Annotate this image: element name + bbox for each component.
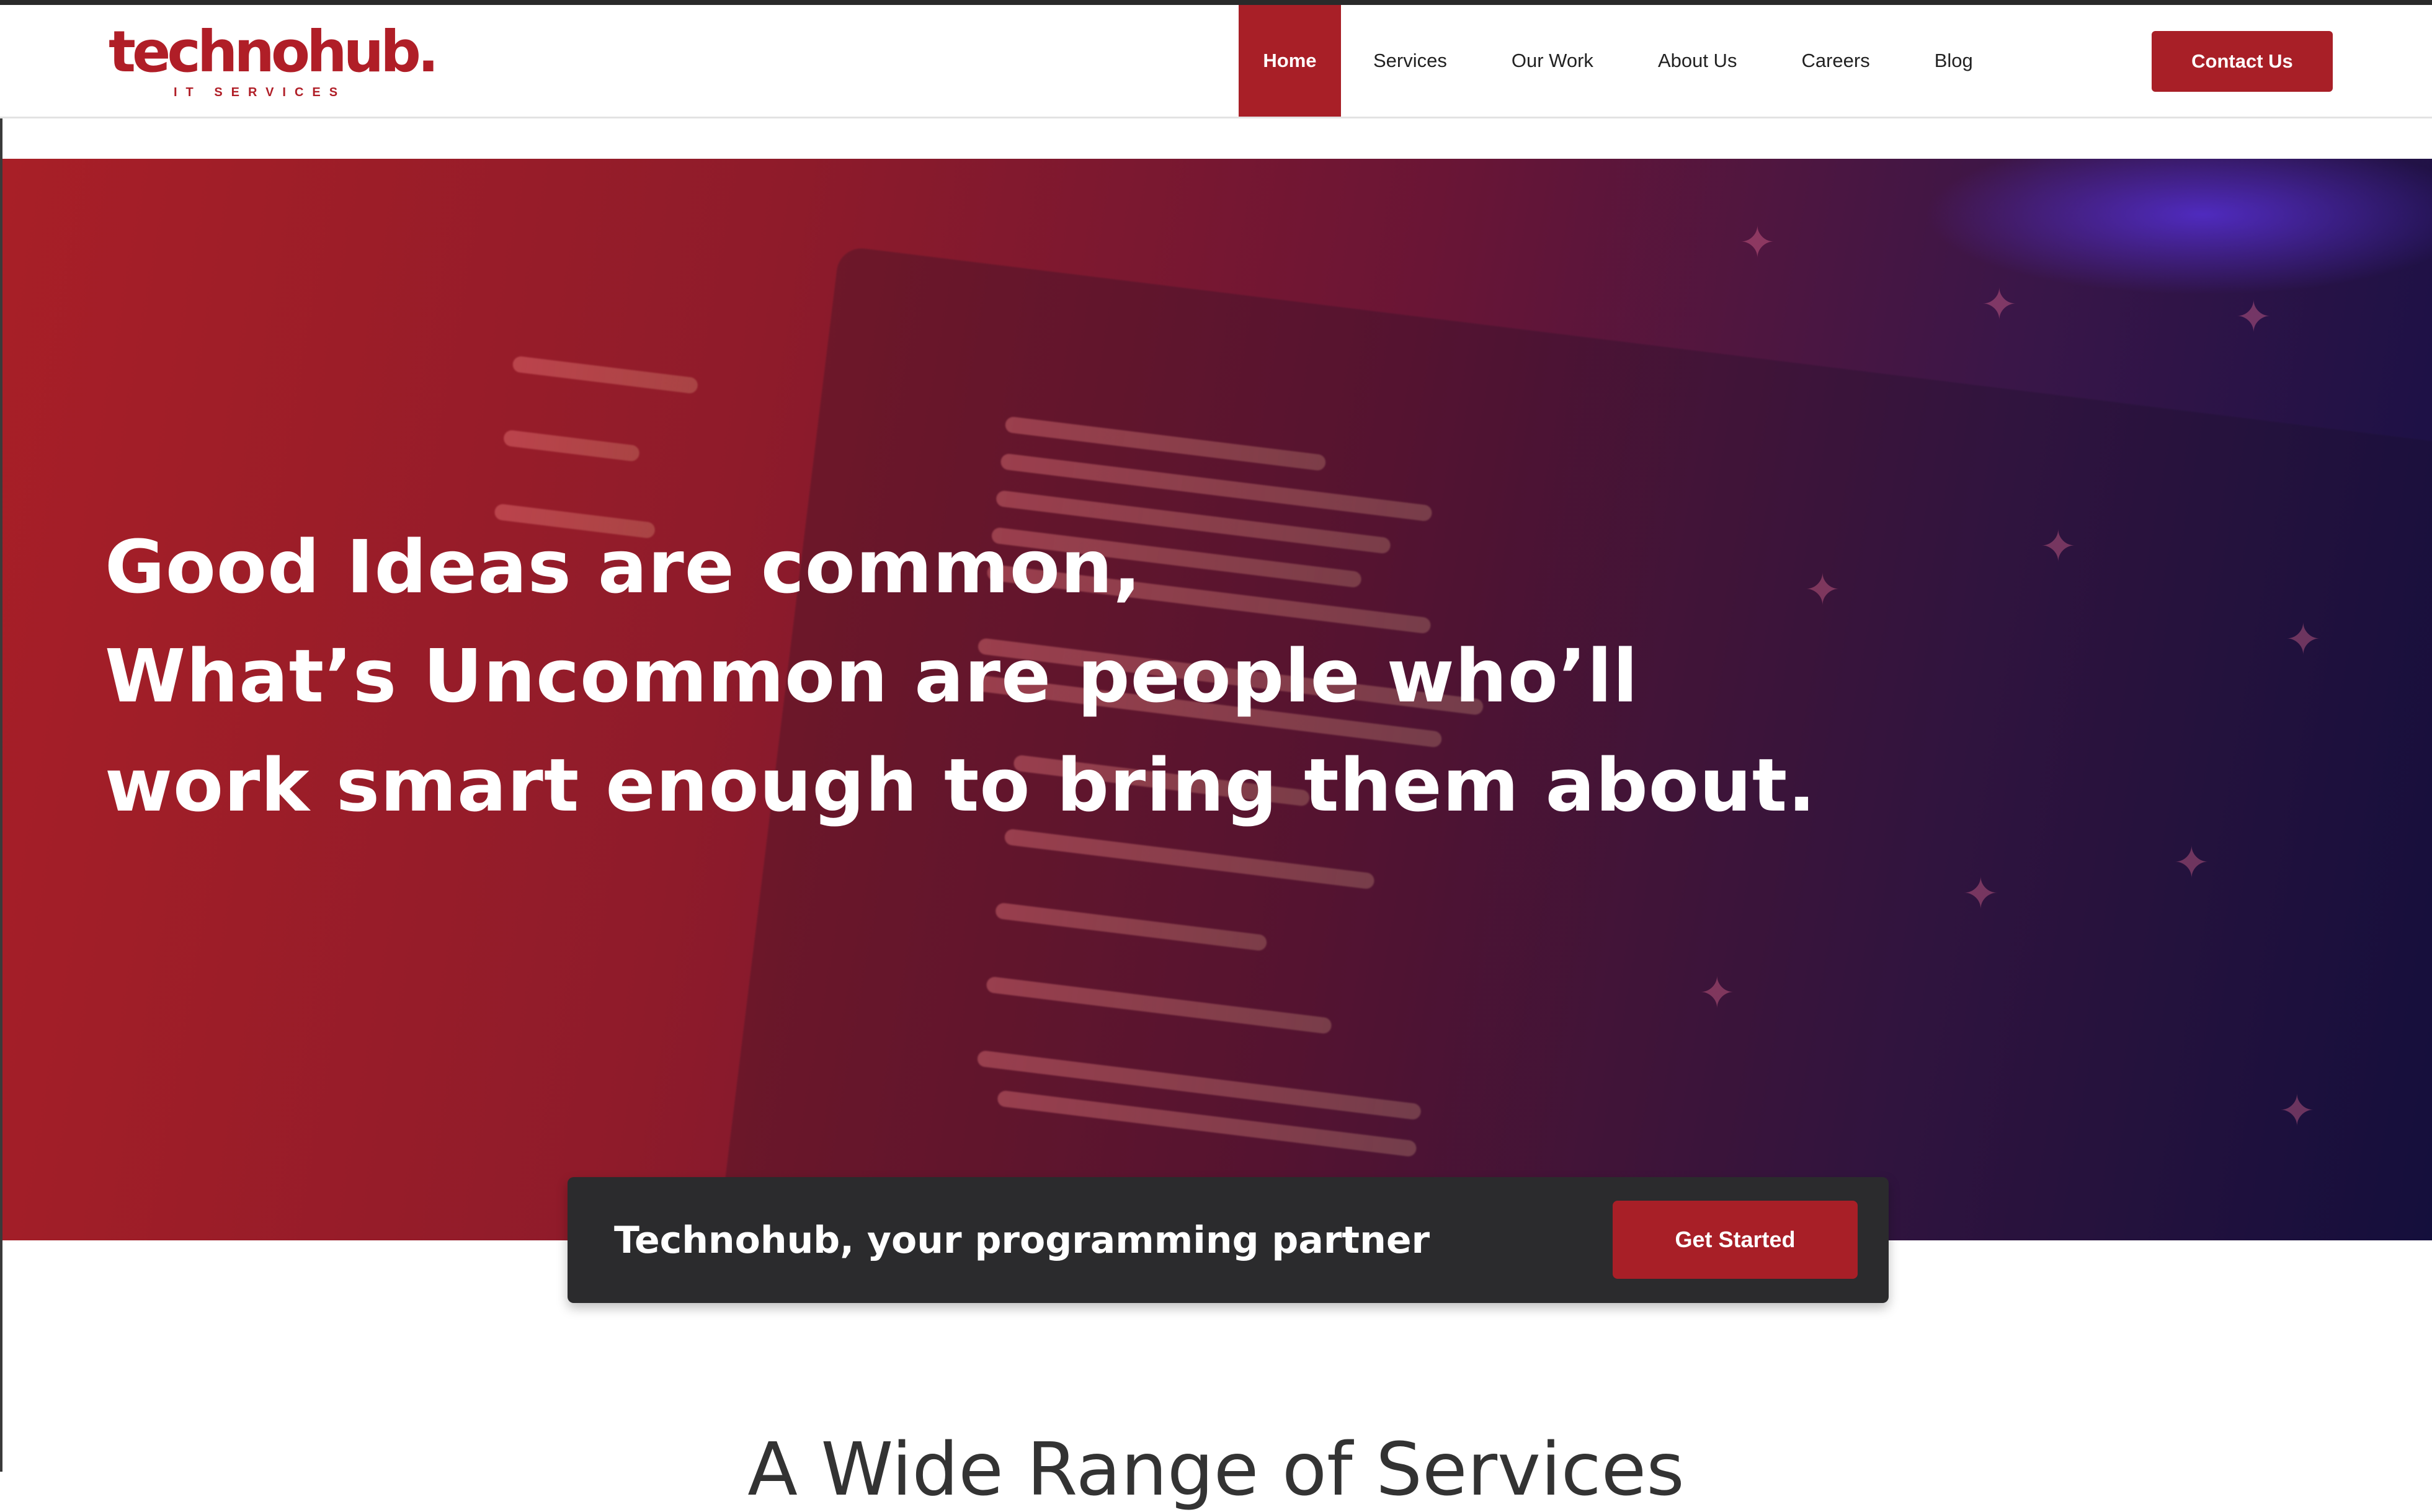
- headline-line: work smart enough to bring them about.: [105, 742, 1817, 828]
- sparkle-icon: ✦: [1981, 280, 2018, 329]
- sparkle-icon: ✦: [1804, 566, 1841, 614]
- hero-glow: [1923, 159, 2432, 295]
- cta-text: Technohub, your programming partner: [614, 1218, 1430, 1262]
- get-started-button[interactable]: Get Started: [1613, 1201, 1858, 1279]
- sparkle-icon: ✦: [2040, 522, 2077, 571]
- headline-line: What’s Uncommon are people who’ll: [105, 633, 1639, 719]
- sparkle-icon: ✦: [2235, 293, 2272, 341]
- hero-banner: ✦ ✦ ✦ ✦ ✦ ✦ ✦ ✦ ✦ ✦ Good Ideas are commo…: [2, 159, 2432, 1240]
- nav-careers[interactable]: Careers: [1769, 5, 1902, 117]
- nav-our-work[interactable]: Our Work: [1479, 5, 1626, 117]
- sparkle-icon: ✦: [1699, 969, 1735, 1017]
- logo-wordmark: technohub.: [109, 19, 439, 85]
- cta-bar: Technohub, your programming partner Get …: [568, 1177, 1889, 1303]
- nav-blog[interactable]: Blog: [1902, 5, 2005, 117]
- logo-tagline: IT SERVICES: [174, 86, 347, 99]
- sparkle-icon: ✦: [2173, 838, 2210, 887]
- hero-headline: Good Ideas are common, What’s Uncommon a…: [105, 512, 1817, 840]
- sparkle-icon: ✦: [1739, 218, 1776, 267]
- sparkle-icon: ✦: [2285, 615, 2322, 664]
- nav-home[interactable]: Home: [1239, 5, 1341, 117]
- sparkle-icon: ✦: [2279, 1087, 2315, 1135]
- nav-about-us[interactable]: About Us: [1626, 5, 1770, 117]
- nav-services[interactable]: Services: [1341, 5, 1479, 117]
- contact-us-button[interactable]: Contact Us: [2152, 31, 2333, 92]
- headline-line: Good Ideas are common,: [105, 524, 1142, 610]
- main-nav: Home Services Our Work About Us Careers …: [1239, 5, 2005, 117]
- services-section-heading: A Wide Range of Services: [747, 1426, 1685, 1512]
- technohub-logo[interactable]: technohub. IT SERVICES: [109, 24, 439, 104]
- site-header: technohub. IT SERVICES Home Services Our…: [0, 5, 2432, 118]
- sparkle-icon: ✦: [1962, 869, 1999, 918]
- window-top-border: [0, 0, 2432, 5]
